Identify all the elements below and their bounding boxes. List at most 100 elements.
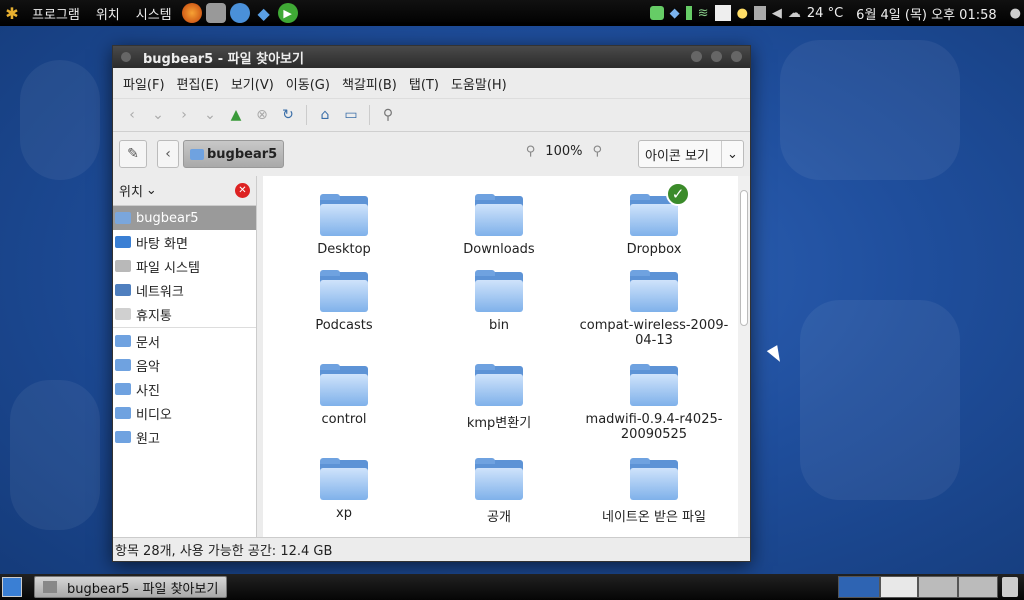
- wifi-icon[interactable]: ≋: [698, 6, 709, 21]
- folder-item[interactable]: bin: [424, 270, 574, 333]
- volume-icon[interactable]: ◀: [772, 6, 782, 21]
- workspace-4[interactable]: [958, 576, 998, 598]
- trash-icon[interactable]: [1002, 577, 1018, 597]
- menu-system[interactable]: 시스템: [128, 4, 180, 23]
- menu-help[interactable]: 도움말(H): [445, 74, 513, 93]
- back-history-chevron-down-icon[interactable]: ⌄: [145, 102, 171, 128]
- chevron-down-icon[interactable]: ⌄: [721, 141, 743, 167]
- folder-item[interactable]: ✓ Dropbox: [579, 182, 729, 257]
- menu-file[interactable]: 파일(F): [117, 74, 171, 93]
- menu-tabs[interactable]: 탭(T): [403, 74, 445, 93]
- taskbar-item-file-browser[interactable]: bugbear5 - 파일 찾아보기: [34, 576, 228, 598]
- folder-label: Downloads: [463, 242, 535, 257]
- sidebar-item[interactable]: 바탕 화면: [113, 230, 256, 254]
- sidebar-item[interactable]: 파일 시스템: [113, 254, 256, 278]
- home-button[interactable]: ⌂: [312, 102, 338, 128]
- hardware-icon[interactable]: [205, 3, 226, 23]
- folder-item[interactable]: 네이트온 받은 파일: [579, 458, 729, 525]
- battery-icon[interactable]: [685, 6, 692, 20]
- stop-button[interactable]: ⊗: [249, 102, 275, 128]
- folder-item[interactable]: xp: [269, 458, 419, 521]
- folder-item[interactable]: kmp변환기: [424, 364, 574, 431]
- sidebar-item[interactable]: 문서: [113, 329, 256, 353]
- play-icon[interactable]: ▶: [277, 3, 298, 23]
- clock[interactable]: 6월 4일 (목) 오후 01:58: [856, 4, 996, 23]
- folder-icon: [630, 364, 678, 406]
- sidebar-item[interactable]: 비디오: [113, 401, 256, 425]
- menu-applications[interactable]: 프로그램: [24, 4, 88, 23]
- vertical-scrollbar[interactable]: [738, 176, 750, 537]
- bottom-panel: bugbear5 - 파일 찾아보기: [0, 574, 1024, 600]
- search-button[interactable]: ⚲: [375, 102, 401, 128]
- zoom-out-icon[interactable]: ⚲: [526, 144, 536, 159]
- close-sidebar-icon[interactable]: ✕: [235, 183, 250, 198]
- device-icon[interactable]: [753, 6, 766, 20]
- maximize-button[interactable]: [711, 51, 722, 62]
- chat-icon[interactable]: [649, 6, 664, 20]
- forward-history-chevron-down-icon[interactable]: ⌄: [197, 102, 223, 128]
- sidebar-item[interactable]: 네트워크: [113, 278, 256, 302]
- sidebar-item[interactable]: 사진: [113, 377, 256, 401]
- file-browser-icon: [43, 581, 57, 593]
- people-icon[interactable]: [229, 3, 250, 23]
- workspace-1[interactable]: [838, 576, 880, 598]
- folder-label: 공개: [487, 510, 511, 525]
- breadcrumb-back-button[interactable]: ‹: [157, 140, 179, 168]
- zoom-in-icon[interactable]: ⚲: [592, 144, 602, 159]
- menu-edit[interactable]: 편집(E): [171, 74, 225, 93]
- menu-go[interactable]: 이동(G): [280, 74, 336, 93]
- sidebar-item[interactable]: 휴지통: [113, 302, 256, 326]
- app-icon[interactable]: [714, 5, 731, 21]
- sidebar-item[interactable]: bugbear5: [113, 206, 256, 230]
- folder-label: Dropbox: [626, 242, 682, 257]
- menu-bookmarks[interactable]: 책갈피(B): [336, 74, 403, 93]
- workspace-3[interactable]: [918, 576, 958, 598]
- folder-item[interactable]: Podcasts: [269, 270, 419, 333]
- forward-button[interactable]: ›: [171, 102, 197, 128]
- scrollbar-thumb[interactable]: [740, 190, 748, 326]
- show-desktop-icon[interactable]: [2, 577, 22, 597]
- folder-label: control: [321, 412, 367, 427]
- computer-button[interactable]: ▭: [338, 102, 364, 128]
- temperature: 24 °C: [806, 5, 844, 21]
- window-titlebar[interactable]: bugbear5 - 파일 찾아보기: [113, 46, 750, 68]
- sidebar-item[interactable]: 음악: [113, 353, 256, 377]
- menu-view[interactable]: 보기(V): [225, 74, 280, 93]
- distro-logo-icon[interactable]: ✱: [2, 3, 22, 23]
- sidebar-header[interactable]: 위치 ⌄ ✕: [113, 176, 256, 206]
- reload-button[interactable]: ↻: [275, 102, 301, 128]
- sidebar-item-label: 원고: [136, 431, 160, 447]
- edit-location-button[interactable]: ✎: [119, 140, 147, 168]
- folder-item[interactable]: madwifi-0.9.4-r4025-20090525: [579, 364, 729, 442]
- close-button[interactable]: [731, 51, 742, 62]
- chevron-down-icon: ⌄: [145, 183, 157, 198]
- status-text: 항목 28개, 사용 가능한 공간: 12.4 GB: [115, 544, 333, 559]
- view-mode-select[interactable]: 아이콘 보기 ⌄: [638, 140, 744, 168]
- window-menu-icon[interactable]: [121, 52, 131, 62]
- dropbox-icon[interactable]: ◆: [670, 6, 680, 21]
- dropbox-icon[interactable]: ◆: [254, 3, 274, 23]
- zoom-control: ⚲ 100% ⚲: [526, 144, 602, 159]
- weather-icon: ☁: [787, 5, 801, 21]
- top-panel: ✱ 프로그램 위치 시스템 ◆ ▶ ◆ ≋ ● ◀ ☁ 24 °C 6월 4일 …: [0, 0, 1024, 26]
- sidebar-item[interactable]: 원고: [113, 425, 256, 449]
- folder-label: xp: [336, 506, 352, 521]
- user-icon[interactable]: ●: [1010, 6, 1021, 21]
- up-button[interactable]: ▲: [223, 102, 249, 128]
- folder-item[interactable]: Downloads: [424, 194, 574, 257]
- folder-item[interactable]: 공개: [424, 458, 574, 525]
- menu-places[interactable]: 위치: [88, 4, 128, 23]
- bulb-icon[interactable]: ●: [737, 6, 748, 21]
- breadcrumb[interactable]: bugbear5: [183, 140, 285, 168]
- folder-item[interactable]: Desktop: [269, 194, 419, 257]
- folder-item[interactable]: control: [269, 364, 419, 427]
- firefox-icon[interactable]: [181, 3, 202, 23]
- workspace-2[interactable]: [880, 576, 918, 598]
- folder-item[interactable]: compat-wireless-2009-04-13: [579, 270, 729, 348]
- zoom-level[interactable]: 100%: [545, 144, 582, 159]
- folder-icon: [115, 383, 131, 395]
- folder-icon: [475, 458, 523, 500]
- minimize-button[interactable]: [691, 51, 702, 62]
- file-icon-view[interactable]: Desktop Downloads ✓ Dropbox Podcasts bin compa…: [263, 176, 738, 537]
- back-button[interactable]: ‹: [119, 102, 145, 128]
